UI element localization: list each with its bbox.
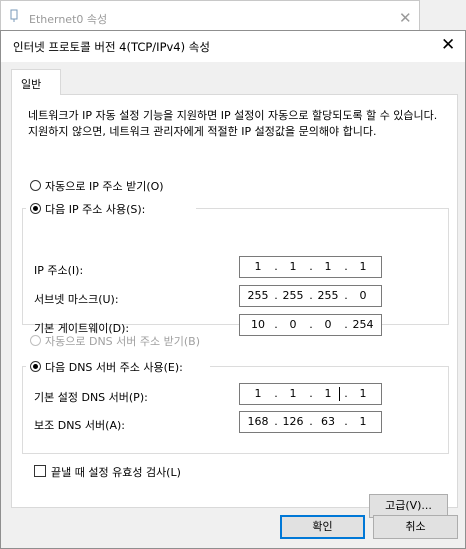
ip-address-octet-2: 1 bbox=[289, 260, 297, 273]
preferred-dns-octet-1: 1 bbox=[254, 387, 262, 400]
subnet-octet-4: 0 bbox=[359, 289, 367, 302]
description-text: 네트워크가 IP 자동 설정 기능을 지원하면 IP 설정이 자동으로 할당되도… bbox=[28, 109, 438, 138]
subnet-octet-2: 255 bbox=[282, 289, 304, 302]
tab-general-label: 일반 bbox=[21, 78, 42, 91]
subnet-mask-label: 서브넷 마스크(U): bbox=[34, 293, 119, 306]
general-panel: 네트워크가 IP 자동 설정 기능을 지원하면 IP 설정이 자동으로 할당되도… bbox=[11, 94, 458, 518]
subnet-octet-1: 255 bbox=[247, 289, 269, 302]
dns-auto-radio[interactable] bbox=[30, 335, 41, 346]
dialog-title: 인터넷 프로토콜 버전 4(TCP/IPv4) 속성 bbox=[13, 40, 210, 54]
preferred-dns-octet-2: 1 bbox=[289, 387, 297, 400]
validate-checkbox[interactable] bbox=[34, 465, 46, 477]
title-bar: 인터넷 프로토콜 버전 4(TCP/IPv4) 속성 ✕ bbox=[1, 31, 465, 62]
alternate-dns-label: 보조 DNS 서버(A): bbox=[34, 419, 125, 432]
gateway-octet-2: 0 bbox=[289, 318, 297, 331]
ip-address-field[interactable]: 1 . 1 . 1 . 1 bbox=[239, 256, 382, 278]
subnet-mask-field[interactable]: 255 . 255 . 255 . 0 bbox=[239, 285, 382, 307]
dns-manual-radio[interactable] bbox=[30, 361, 41, 372]
preferred-dns-octet-4: 1 bbox=[359, 387, 367, 400]
alternate-dns-octet-2: 126 bbox=[282, 415, 304, 428]
preferred-dns-octet-3: 1 bbox=[324, 387, 332, 400]
network-adapter-icon bbox=[10, 9, 18, 22]
ip-auto-label[interactable]: 자동으로 IP 주소 받기(O) bbox=[45, 178, 164, 194]
ip-address-label: IP 주소(I): bbox=[34, 264, 84, 277]
close-icon[interactable]: ✕ bbox=[441, 35, 455, 55]
text-caret bbox=[339, 387, 340, 401]
ipv4-properties-dialog: 인터넷 프로토콜 버전 4(TCP/IPv4) 속성 ✕ 일반 네트워크가 IP… bbox=[0, 30, 466, 549]
cancel-button[interactable]: 취소 bbox=[373, 515, 458, 539]
ip-manual-radio[interactable] bbox=[30, 203, 41, 214]
preferred-dns-label: 기본 설정 DNS 서버(P): bbox=[34, 391, 148, 404]
preferred-dns-field[interactable]: 1 . 1 . 1 . 1 bbox=[239, 383, 382, 405]
validate-label[interactable]: 끝낼 때 설정 유효성 검사(L) bbox=[51, 464, 181, 480]
dns-manual-group bbox=[22, 366, 449, 454]
gateway-field[interactable]: 10 . 0 . 0 . 254 bbox=[239, 314, 382, 336]
gateway-octet-1: 10 bbox=[251, 318, 265, 331]
subnet-octet-3: 255 bbox=[317, 289, 339, 302]
alternate-dns-field[interactable]: 168 . 126 . 63 . 1 bbox=[239, 411, 382, 433]
gateway-octet-3: 0 bbox=[324, 318, 332, 331]
tab-general[interactable]: 일반 bbox=[11, 69, 61, 95]
dns-manual-label[interactable]: 다음 DNS 서버 주소 사용(E): bbox=[45, 359, 183, 375]
ip-address-octet-4: 1 bbox=[359, 260, 367, 273]
background-close-icon[interactable]: ✕ bbox=[399, 9, 412, 27]
alternate-dns-octet-4: 1 bbox=[359, 415, 367, 428]
alternate-dns-octet-1: 168 bbox=[247, 415, 269, 428]
dns-auto-label[interactable]: 자동으로 DNS 서버 주소 받기(B) bbox=[45, 333, 200, 349]
alternate-dns-octet-3: 63 bbox=[321, 415, 335, 428]
ip-manual-group bbox=[22, 208, 449, 325]
ip-address-octet-1: 1 bbox=[254, 260, 262, 273]
ip-address-octet-3: 1 bbox=[324, 260, 332, 273]
gateway-octet-4: 254 bbox=[352, 318, 374, 331]
ip-manual-label[interactable]: 다음 IP 주소 사용(S): bbox=[45, 201, 145, 217]
background-window-title: Ethernet0 속성 bbox=[29, 13, 108, 26]
ip-auto-radio[interactable] bbox=[30, 180, 41, 191]
ok-button[interactable]: 확인 bbox=[280, 515, 365, 539]
